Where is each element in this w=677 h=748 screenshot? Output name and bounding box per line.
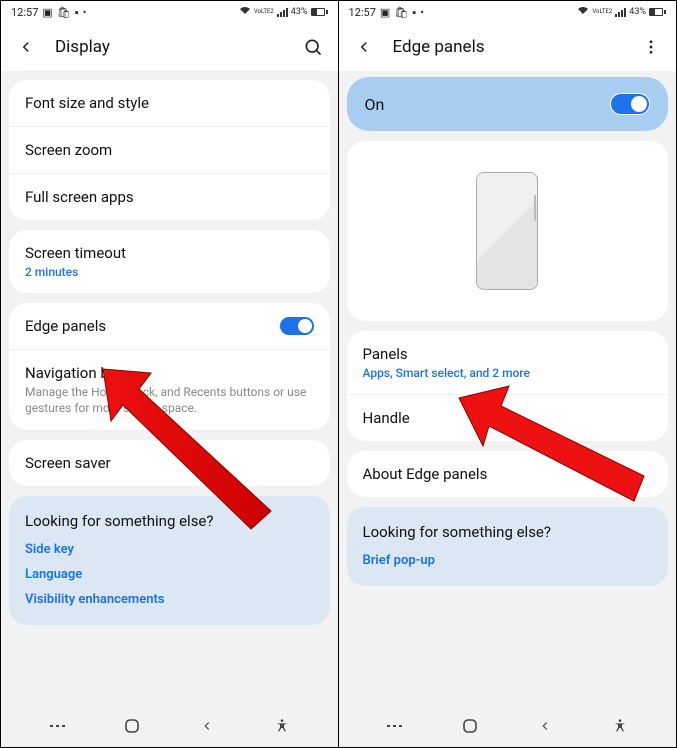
chat-icon: ▪ (412, 6, 416, 19)
row-panels[interactable]: Panels Apps, Smart select, and 2 more (347, 331, 669, 395)
accessibility-button[interactable] (269, 713, 295, 739)
phone-display-settings: 12:57 ▣ 🛍 ▪ • VoLTE2 43% Display (1, 1, 339, 747)
more-menu-icon[interactable] (640, 36, 662, 58)
footer-link-side-key[interactable]: Side key (25, 542, 314, 557)
battery-pct: 43% (629, 7, 646, 17)
home-button[interactable] (119, 713, 145, 739)
row-screen-timeout[interactable]: Screen timeout 2 minutes (9, 230, 330, 293)
card-display-1: Font size and style Screen zoom Full scr… (9, 80, 330, 220)
nav-bar (1, 705, 338, 747)
footer-card: Looking for something else? Brief pop-up (347, 507, 669, 586)
row-navigation-bar[interactable]: Navigation bar Manage the Home, Back, an… (9, 350, 330, 430)
search-icon[interactable] (302, 36, 324, 58)
battery-icon (649, 8, 666, 16)
recents-button[interactable] (44, 713, 70, 739)
bag-icon: 🛍 (394, 6, 408, 19)
footer-link-visibility[interactable]: Visibility enhancements (25, 592, 314, 607)
row-full-screen-apps[interactable]: Full screen apps (9, 174, 330, 220)
wifi-icon (239, 6, 251, 18)
preview-card (347, 141, 669, 321)
card-about: About Edge panels (347, 451, 669, 497)
card-panels-handle: Panels Apps, Smart select, and 2 more Ha… (347, 331, 669, 441)
footer-link-language[interactable]: Language (25, 567, 314, 582)
footer-card: Looking for something else? Side key Lan… (9, 496, 330, 625)
more-icon: • (420, 6, 424, 19)
battery-pct: 43% (291, 7, 308, 17)
more-icon: • (83, 6, 87, 19)
master-toggle[interactable] (610, 93, 650, 115)
back-icon[interactable] (15, 36, 37, 58)
net-label: VoLTE2 (254, 9, 274, 15)
edge-panels-toggle[interactable] (280, 317, 314, 335)
status-bar: 12:57 ▣ 🛍 ▪ • VoLTE2 43% (1, 1, 338, 23)
card-timeout: Screen timeout 2 minutes (9, 230, 330, 293)
home-button[interactable] (457, 713, 483, 739)
row-handle[interactable]: Handle (347, 395, 669, 441)
net-label: VoLTE2 (592, 9, 612, 15)
row-about-edge[interactable]: About Edge panels (347, 451, 669, 497)
signal-icon (615, 8, 626, 17)
status-time: 12:57 (349, 6, 376, 19)
card-edge-nav: Edge panels Navigation bar Manage the Ho… (9, 303, 330, 430)
footer-link-brief-popup[interactable]: Brief pop-up (363, 553, 653, 568)
header: Display (1, 23, 338, 71)
row-screen-zoom[interactable]: Screen zoom (9, 127, 330, 174)
chat-icon: ▪ (75, 6, 79, 19)
camera-icon: ▣ (42, 6, 52, 19)
master-toggle-bar[interactable]: On (347, 77, 669, 131)
footer-title: Looking for something else? (363, 523, 653, 541)
row-screen-saver[interactable]: Screen saver (9, 440, 330, 486)
signal-icon (277, 8, 288, 17)
header: Edge panels (339, 23, 677, 71)
status-time: 12:57 (11, 6, 38, 19)
phone-edge-panels: 12:57 ▣ 🛍 ▪ • VoLTE2 43% Edge panels On (339, 1, 677, 747)
master-toggle-label: On (365, 95, 611, 114)
status-bar: 12:57 ▣ 🛍 ▪ • VoLTE2 43% (339, 1, 677, 23)
back-icon[interactable] (353, 36, 375, 58)
back-button[interactable] (194, 713, 220, 739)
page-title: Edge panels (393, 37, 623, 57)
accessibility-button[interactable] (607, 713, 633, 739)
camera-icon: ▣ (380, 6, 390, 19)
back-button[interactable] (532, 713, 558, 739)
wifi-icon (577, 6, 589, 18)
page-title: Display (55, 37, 284, 57)
bag-icon: 🛍 (57, 6, 71, 19)
row-edge-panels[interactable]: Edge panels (9, 303, 330, 350)
recents-button[interactable] (381, 713, 407, 739)
card-screensaver: Screen saver (9, 440, 330, 486)
battery-icon (311, 8, 328, 16)
footer-title: Looking for something else? (25, 512, 314, 530)
preview-phone-graphic (476, 172, 538, 290)
row-font-size[interactable]: Font size and style (9, 80, 330, 127)
nav-bar (339, 705, 677, 747)
